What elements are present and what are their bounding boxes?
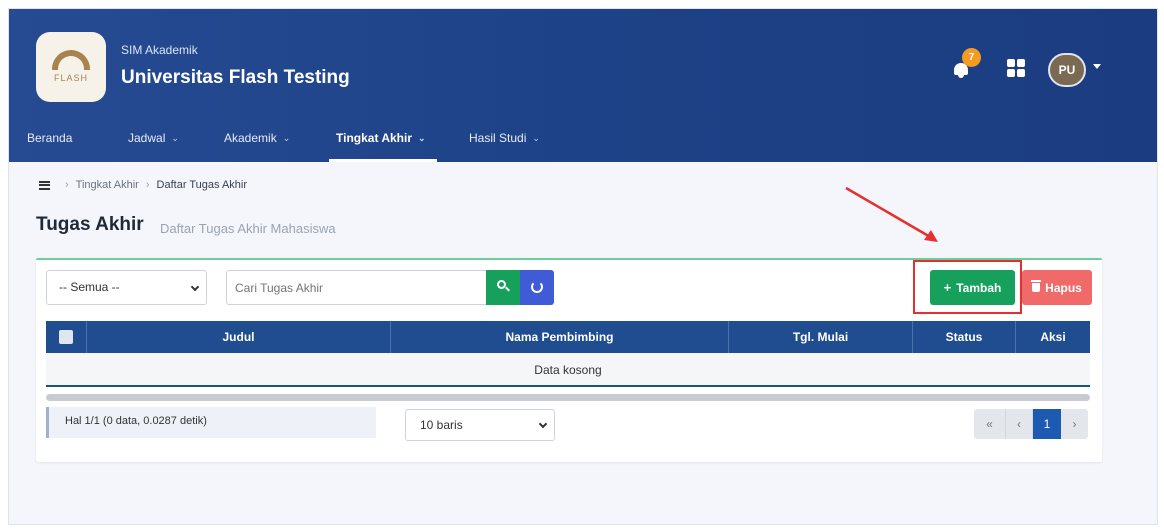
- page-next-button[interactable]: ›: [1061, 409, 1088, 439]
- avatar[interactable]: PU: [1048, 53, 1086, 87]
- breadcrumb-separator: ›: [145, 179, 150, 191]
- column-header-aksi: Aksi: [1040, 330, 1066, 344]
- notification-badge: 7: [962, 48, 981, 67]
- annotation-highlight-box: [913, 260, 1022, 314]
- grid-icon[interactable]: [1007, 59, 1025, 77]
- logo-arc-icon: [52, 49, 90, 70]
- nav-label: Tingkat Akhir: [336, 131, 413, 145]
- menu-icon[interactable]: [39, 180, 50, 190]
- refresh-button[interactable]: [520, 270, 554, 305]
- filter-value: -- Semua --: [59, 280, 120, 294]
- breadcrumb-item[interactable]: Tingkat Akhir: [76, 179, 139, 191]
- nav-label: Jadwal: [128, 131, 166, 145]
- page-title: Tugas Akhir: [36, 214, 144, 235]
- page-prev-button[interactable]: ‹: [1006, 409, 1033, 439]
- nav-label: Beranda: [27, 131, 73, 145]
- filter-select[interactable]: -- Semua --: [46, 270, 207, 305]
- column-header-tgl-mulai[interactable]: Tgl. Mulai: [729, 321, 913, 353]
- pagination-info: Hal 1/1 (0 data, 0.0287 detik): [46, 407, 376, 438]
- delete-button[interactable]: Hapus: [1022, 270, 1092, 305]
- active-tab-indicator: [329, 159, 437, 162]
- table-empty-row: Data kosong: [46, 353, 1090, 387]
- table-header: Judul Nama Pembimbing Tgl. Mulai Status …: [46, 321, 1090, 353]
- nav-tingkat-akhir[interactable]: Tingkat Akhir ⌄: [336, 131, 426, 145]
- column-header-status[interactable]: Status: [913, 321, 1016, 353]
- pagination: « ‹ 1 ›: [974, 409, 1088, 439]
- chevron-down-icon: [190, 282, 200, 292]
- top-header: FLASH SIM Akademik Universitas Flash Tes…: [9, 9, 1157, 162]
- trash-icon: [1031, 280, 1042, 292]
- nav-akademik[interactable]: Akademik ⌄: [224, 131, 290, 145]
- chevron-down-icon: ⌄: [532, 132, 540, 143]
- per-page-value: 10 baris: [420, 418, 463, 432]
- horizontal-scrollbar[interactable]: [46, 394, 1090, 401]
- app-subtitle: SIM Akademik: [121, 43, 198, 57]
- nav-label: Akademik: [224, 131, 277, 145]
- search-button[interactable]: [486, 270, 520, 305]
- breadcrumb: › Tingkat Akhir › Daftar Tugas Akhir: [39, 179, 247, 191]
- page-first-button[interactable]: «: [974, 409, 1006, 439]
- app-title: Universitas Flash Testing: [121, 67, 350, 88]
- delete-button-label: Hapus: [1045, 280, 1082, 295]
- select-all-cell: [46, 321, 87, 353]
- refresh-icon: [531, 281, 543, 293]
- caret-down-icon[interactable]: [1093, 64, 1101, 69]
- chevron-down-icon: ⌄: [171, 132, 179, 143]
- nav-hasil-studi[interactable]: Hasil Studi ⌄: [469, 131, 540, 145]
- search-input[interactable]: [226, 270, 486, 305]
- breadcrumb-separator: ›: [65, 179, 69, 191]
- page-current-button[interactable]: 1: [1033, 409, 1061, 439]
- chevron-down-icon: ⌄: [282, 132, 291, 143]
- nav-label: Hasil Studi: [469, 131, 527, 145]
- nav-jadwal[interactable]: Jadwal ⌄: [128, 131, 179, 145]
- chevron-down-icon: ⌄: [418, 132, 426, 143]
- column-header-pembimbing[interactable]: Nama Pembimbing: [391, 321, 729, 353]
- chevron-down-icon: [538, 419, 548, 429]
- logo-text: FLASH: [53, 72, 88, 83]
- select-all-checkbox[interactable]: [59, 330, 73, 344]
- page-subtitle: Daftar Tugas Akhir Mahasiswa: [160, 221, 336, 236]
- nav-beranda[interactable]: Beranda: [27, 131, 72, 145]
- annotation-arrow-icon: [845, 186, 938, 242]
- column-header-judul[interactable]: Judul: [87, 321, 391, 353]
- university-logo[interactable]: FLASH: [36, 32, 106, 102]
- breadcrumb-current: Daftar Tugas Akhir: [156, 179, 248, 191]
- per-page-select[interactable]: 10 baris: [405, 409, 555, 441]
